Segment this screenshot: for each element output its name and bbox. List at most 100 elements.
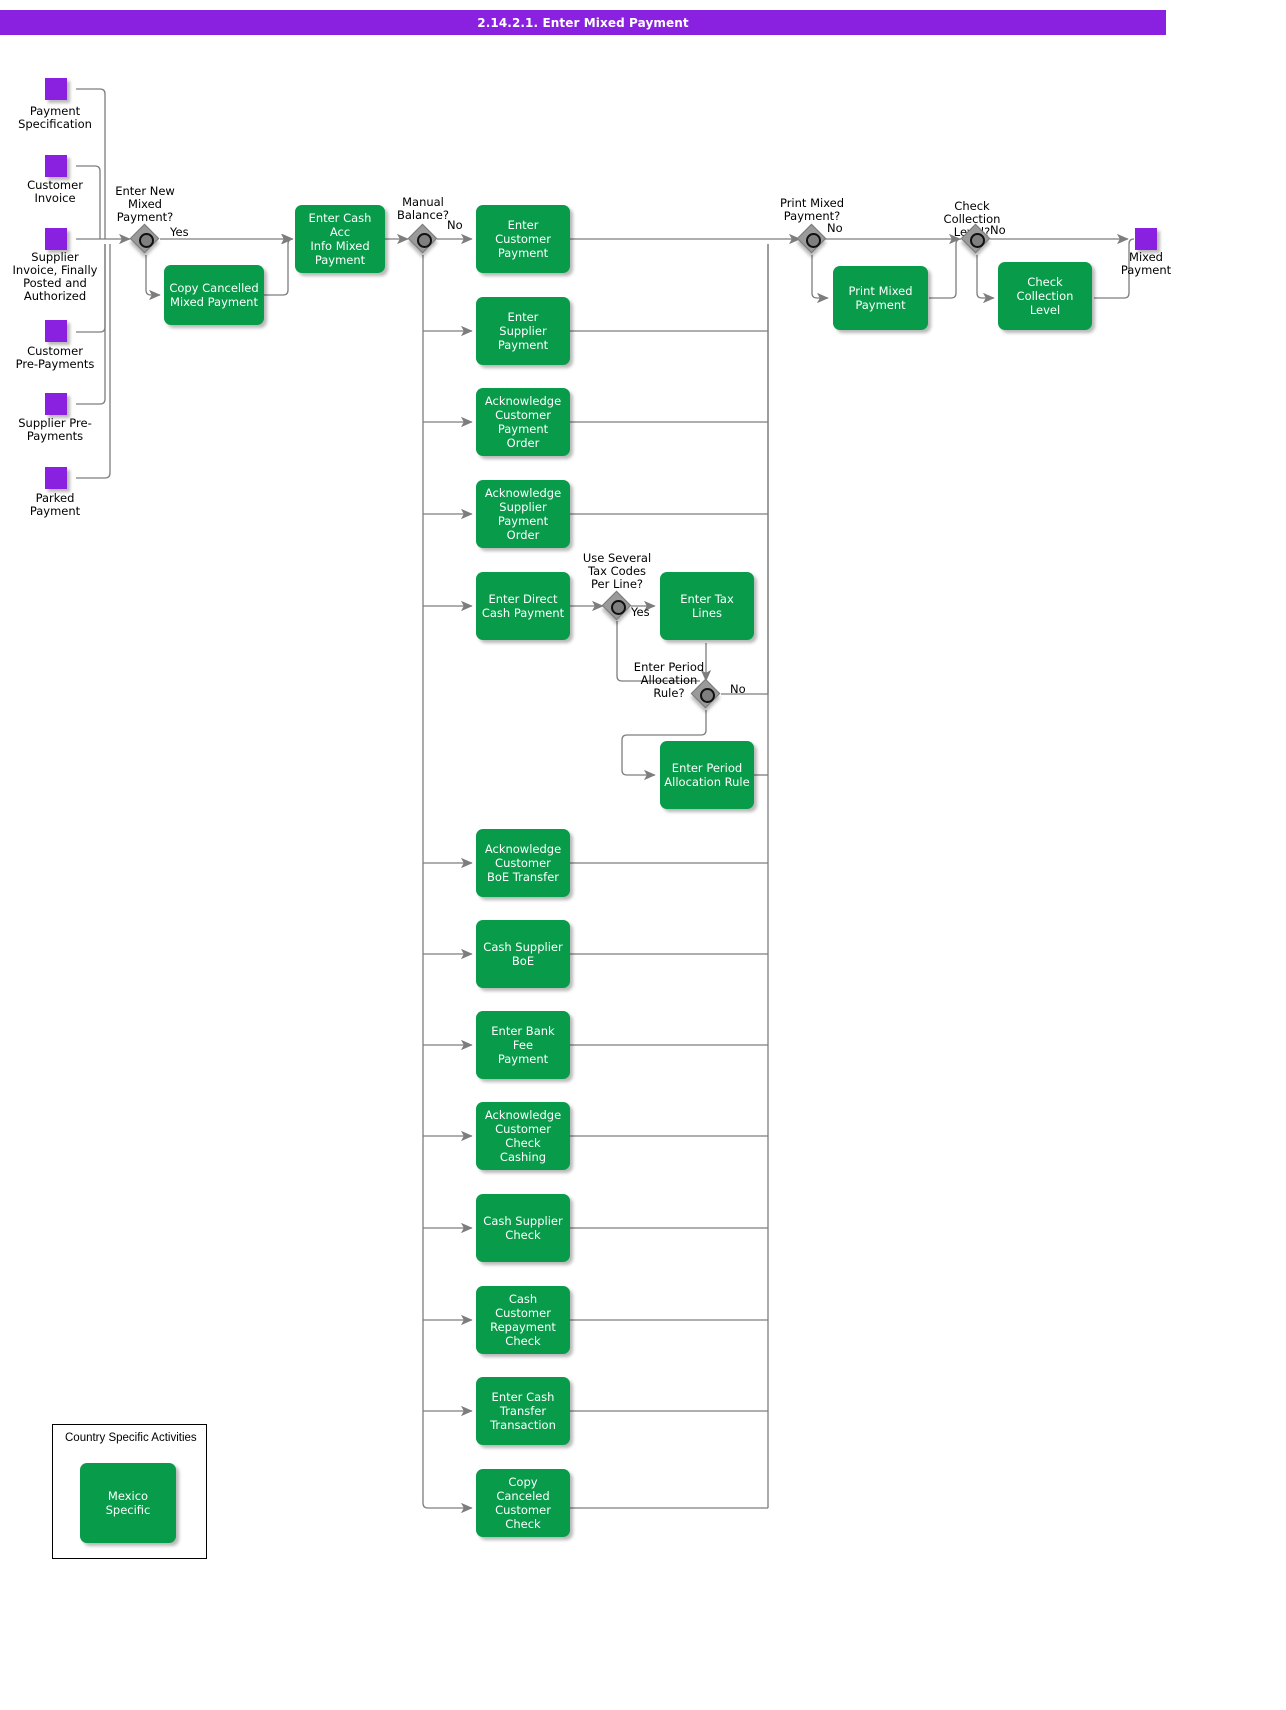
label-line: Transaction xyxy=(490,1418,556,1432)
gateway-enter-period-allocation-rule[interactable] xyxy=(690,678,721,709)
label-line: Print Mixed xyxy=(848,284,913,298)
activity-enter-direct-cash-payment[interactable]: Enter Direct Cash Payment xyxy=(476,572,570,640)
label-line: Order xyxy=(506,528,540,542)
label-line: Payment xyxy=(314,253,366,267)
label-line: Info Mixed xyxy=(310,239,370,253)
label-line: Customer xyxy=(495,408,551,422)
label-line: Cashing xyxy=(499,1150,547,1164)
label-line: Payment xyxy=(497,338,549,352)
label-line: Allocation Rule xyxy=(664,775,750,789)
label-line: Copy Cancelled xyxy=(169,281,259,295)
label-line: Payment? xyxy=(116,210,174,224)
activity-check-collection-level[interactable]: Check Collection Level xyxy=(998,262,1092,330)
event-label-customer-pre-payments: Customer Pre-Payments xyxy=(0,345,110,371)
label-line: Transfer xyxy=(499,1404,547,1418)
gateway-circle-icon xyxy=(806,233,821,248)
activity-copy-cancelled-mixed-payment[interactable]: Copy Cancelled Mixed Payment xyxy=(164,265,264,325)
activity-cash-supplier-check[interactable]: Cash Supplier Check xyxy=(476,1194,570,1262)
event-supplier-invoice[interactable] xyxy=(45,228,67,250)
activity-cash-customer-repayment-check[interactable]: Cash Customer Repayment Check xyxy=(476,1286,570,1354)
label-line: Customer Check xyxy=(495,1122,551,1150)
gateway-label-print-mixed-payment: Print Mixed Payment? xyxy=(762,197,862,223)
edge-label-gw2-no: No xyxy=(447,218,463,232)
activity-enter-cash-transfer-transaction[interactable]: Enter Cash Transfer Transaction xyxy=(476,1377,570,1445)
label-line: Payment xyxy=(497,246,549,260)
event-supplier-pre-payments[interactable] xyxy=(45,393,67,415)
label-line: Enter Direct xyxy=(488,592,558,606)
label-line: Collection xyxy=(1016,289,1074,303)
label-line: Per Line? xyxy=(590,577,644,591)
label-line: Payments xyxy=(26,429,84,443)
activity-acknowledge-supplier-payment-order[interactable]: Acknowledge Supplier Payment Order xyxy=(476,480,570,548)
gateway-circle-icon xyxy=(417,233,432,248)
label-line: Supplier xyxy=(499,324,547,338)
label-line: Enter Cash Acc xyxy=(308,211,372,239)
activity-enter-tax-lines[interactable]: Enter Tax Lines xyxy=(660,572,754,640)
event-parked-payment[interactable] xyxy=(45,467,67,489)
label-line: Payment xyxy=(29,504,81,518)
event-label-supplier-pre-payments: Supplier Pre- Payments xyxy=(0,417,110,443)
activity-copy-canceled-customer-check[interactable]: Copy Canceled Customer Check xyxy=(476,1469,570,1537)
label-line: Enter Tax Lines xyxy=(680,592,734,620)
label-line: Payment xyxy=(855,298,906,312)
label-line: Repayment xyxy=(490,1320,556,1334)
label-line: Enter Period xyxy=(671,761,743,775)
event-customer-pre-payments[interactable] xyxy=(45,320,67,342)
label-line: Enter xyxy=(507,218,539,232)
edge-label-gw5-no: No xyxy=(827,221,843,235)
event-label-parked-payment: Parked Payment xyxy=(0,492,110,518)
activity-enter-period-allocation-rule[interactable]: Enter Period Allocation Rule xyxy=(660,741,754,809)
edge-label-gw1-yes: Yes xyxy=(170,225,189,239)
event-payment-specification[interactable] xyxy=(45,78,67,100)
label-line: Pre-Payments xyxy=(15,357,95,371)
label-line: Mixed Payment xyxy=(170,295,258,309)
label-line: Enter Cash xyxy=(491,1390,555,1404)
edge-label-gw4-no: No xyxy=(730,682,746,696)
label-line: Customer xyxy=(495,856,551,870)
activity-enter-bank-fee-payment[interactable]: Enter Bank Fee Payment xyxy=(476,1011,570,1079)
activity-acknowledge-customer-check-cashing[interactable]: Acknowledge Customer Check Cashing xyxy=(476,1102,570,1170)
gateway-manual-balance[interactable] xyxy=(407,223,438,254)
label-line: Authorized xyxy=(23,289,87,303)
edge-label-gw6-no: No xyxy=(990,223,1006,237)
label-line: Payment Order xyxy=(497,422,549,450)
page-title: 2.14.2.1. Enter Mixed Payment xyxy=(0,10,1166,35)
event-label-supplier-invoice: Supplier Invoice, Finally Posted and Aut… xyxy=(0,251,110,303)
event-customer-invoice[interactable] xyxy=(45,155,67,177)
label-line: Acknowledge xyxy=(484,842,562,856)
activity-enter-cash-acc-info-mixed-payment[interactable]: Enter Cash Acc Info Mixed Payment xyxy=(295,205,385,273)
activity-cash-supplier-boe[interactable]: Cash Supplier BoE xyxy=(476,920,570,988)
label-line: Payment xyxy=(497,514,549,528)
label-line: Enter xyxy=(507,310,539,324)
event-mixed-payment-output[interactable] xyxy=(1135,228,1157,250)
label-line: Customer Check xyxy=(495,1503,551,1531)
label-line: Acknowledge xyxy=(484,394,562,408)
label-line: Mexico Specific xyxy=(105,1489,151,1517)
activity-enter-supplier-payment[interactable]: Enter Supplier Payment xyxy=(476,297,570,365)
gateway-circle-icon xyxy=(611,600,626,615)
gateway-circle-icon xyxy=(970,233,985,248)
label-line: Acknowledge xyxy=(484,486,562,500)
gateway-enter-new-mixed-payment[interactable] xyxy=(129,223,160,254)
gateway-print-mixed-payment[interactable] xyxy=(796,223,827,254)
label-line: Enter Bank xyxy=(491,1024,555,1038)
edge-label-gw3-yes: Yes xyxy=(631,605,650,619)
gateway-use-several-tax-codes[interactable] xyxy=(601,590,632,621)
label-line: Customer xyxy=(495,232,551,246)
activity-print-mixed-payment[interactable]: Print Mixed Payment xyxy=(833,266,928,330)
label-line: BoE Transfer xyxy=(486,870,560,884)
gateway-circle-icon xyxy=(700,688,715,703)
gateway-check-collection-level[interactable] xyxy=(960,223,991,254)
activity-acknowledge-customer-payment-order[interactable]: Acknowledge Customer Payment Order xyxy=(476,388,570,456)
label-line: Cash Supplier xyxy=(483,940,563,954)
label-line: BoE xyxy=(511,954,535,968)
label-line: Level xyxy=(1029,303,1061,317)
label-line: Check xyxy=(505,1334,541,1348)
activity-enter-customer-payment[interactable]: Enter Customer Payment xyxy=(476,205,570,273)
label-line: Check xyxy=(505,1228,541,1242)
activity-acknowledge-customer-boe-transfer[interactable]: Acknowledge Customer BoE Transfer xyxy=(476,829,570,897)
diagram-canvas: 2.14.2.1. Enter Mixed Payment Payment Sp… xyxy=(0,0,1286,1710)
legend-activity-mexico-specific[interactable]: Mexico Specific xyxy=(80,1463,176,1543)
label-line: Specification xyxy=(18,117,92,131)
label-line: Acknowledge xyxy=(484,1108,562,1122)
